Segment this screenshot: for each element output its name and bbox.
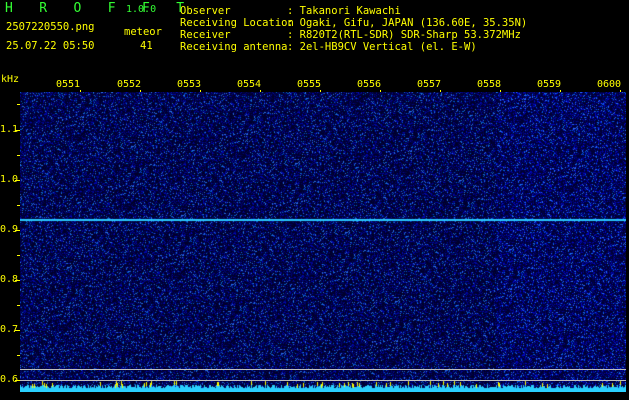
app-version: 1.0.0 bbox=[126, 4, 157, 15]
x-tick-label: 0555 bbox=[297, 79, 322, 90]
antenna-value: : 2el-HB9CV Vertical (el. E-W) bbox=[287, 41, 477, 53]
x-tick-label: 0600 bbox=[597, 79, 622, 90]
y-axis-unit: kHz bbox=[1, 74, 20, 85]
x-tick-label: 0558 bbox=[477, 79, 502, 90]
app-title: H R O F F T bbox=[5, 1, 194, 16]
location-value: : Ogaki, Gifu, JAPAN (136.60E, 35.35N) bbox=[287, 17, 528, 29]
antenna-label: Receiving antenna bbox=[180, 41, 288, 53]
receiver-value: : R820T2(RTL-SDR) SDR-Sharp 53.372MHz bbox=[287, 29, 521, 41]
observer-value: : Takanori Kawachi bbox=[287, 5, 401, 17]
meteor-label: meteor bbox=[124, 26, 162, 38]
x-tick-label: 0559 bbox=[537, 79, 562, 90]
x-tick-label: 0556 bbox=[357, 79, 382, 90]
spectrogram-plot bbox=[20, 92, 626, 392]
x-tick-label: 0551 bbox=[56, 79, 81, 90]
filename-label: 2507220550.png bbox=[6, 21, 95, 33]
reference-line bbox=[20, 369, 626, 370]
x-tick-label: 0552 bbox=[117, 79, 142, 90]
observer-label: Observer bbox=[180, 5, 231, 17]
meteor-count: 41 bbox=[140, 40, 153, 52]
x-tick-label: 0553 bbox=[177, 79, 202, 90]
reference-line bbox=[20, 380, 626, 381]
datetime-label: 25.07.22 05:50 bbox=[6, 40, 95, 52]
location-label: Receiving Location bbox=[180, 17, 294, 29]
header-panel: H R O F F T 1.0.0 2507220550.png 25.07.2… bbox=[0, 0, 629, 72]
spectrogram-canvas bbox=[20, 92, 626, 392]
x-tick-label: 0557 bbox=[417, 79, 442, 90]
x-tick-label: 0554 bbox=[237, 79, 262, 90]
receiver-label: Receiver bbox=[180, 29, 231, 41]
